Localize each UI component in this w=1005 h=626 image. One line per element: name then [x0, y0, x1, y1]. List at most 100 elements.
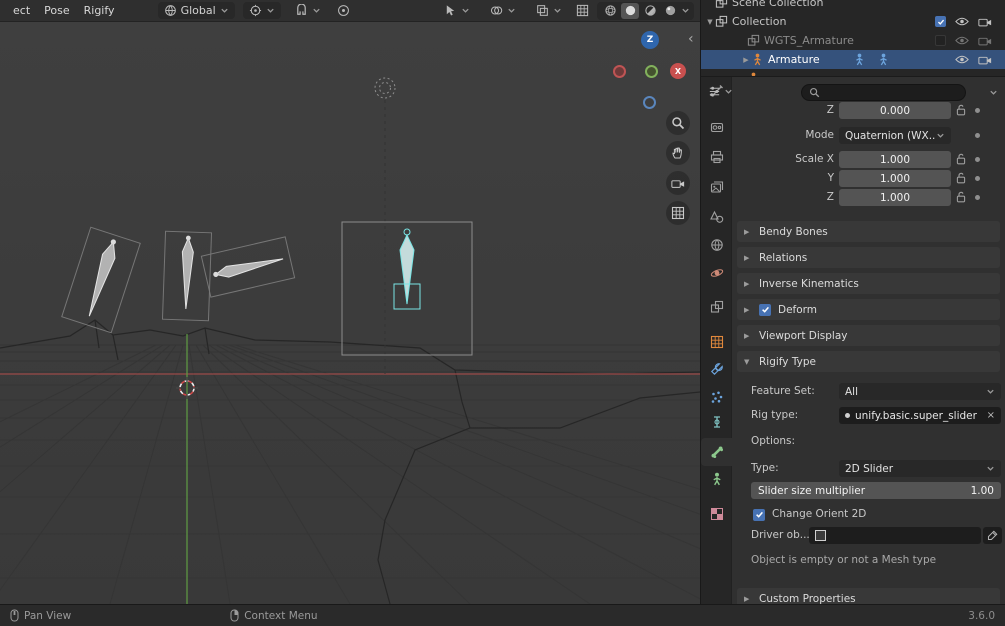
panel-relations[interactable]: ▶ Relations	[737, 247, 1000, 268]
panel-bendy-bones[interactable]: ▶ Bendy Bones	[737, 221, 1000, 242]
disclosure-collapsed-icon[interactable]: ▶	[741, 56, 751, 64]
tab-data[interactable]	[701, 465, 732, 493]
tab-texture[interactable]	[701, 500, 732, 528]
3d-viewport[interactable]: Z X ‹	[0, 22, 700, 604]
change-orient-checkbox[interactable]	[753, 508, 765, 521]
gizmo-neg-z-axis[interactable]	[643, 96, 656, 109]
gizmo-neg-x-axis[interactable]	[613, 65, 626, 78]
eyedropper-button[interactable]	[983, 527, 1002, 544]
search-icon	[809, 87, 820, 98]
compositor-grid-icon[interactable]	[576, 4, 589, 17]
proportional-editing-toggle[interactable]	[331, 2, 356, 19]
outliner-label: Armature	[768, 53, 820, 66]
selected-bone-widget[interactable]	[341, 221, 473, 356]
animate-dot-icon[interactable]	[975, 195, 980, 200]
lock-icon[interactable]	[956, 153, 966, 165]
gizmo-y-axis[interactable]	[645, 65, 658, 78]
driver-object-field[interactable]	[809, 527, 981, 544]
tab-physics[interactable]	[701, 259, 732, 287]
shading-material-button[interactable]	[641, 3, 659, 19]
camera-visibility-icon[interactable]	[978, 16, 992, 27]
filter-chevron-icon[interactable]	[989, 88, 998, 97]
properties-search[interactable]	[801, 84, 966, 101]
outliner-row-scene-collection[interactable]: Scene Collection	[701, 0, 1005, 12]
menu-rigify[interactable]: Rigify	[77, 4, 122, 17]
pivot-point-dropdown[interactable]	[242, 2, 281, 19]
xray-toggle[interactable]	[530, 2, 568, 19]
menu-object[interactable]: ect	[6, 4, 37, 17]
clear-rig-type-button[interactable]: ×	[987, 410, 995, 421]
collection-checkbox[interactable]	[935, 16, 946, 27]
shading-wireframe-button[interactable]	[601, 3, 619, 19]
scale-x-field[interactable]: 1.000	[839, 151, 951, 168]
outliner-row-collection[interactable]: ▼ Collection	[701, 12, 1005, 31]
search-input[interactable]	[825, 86, 945, 99]
snap-controls[interactable]	[289, 2, 327, 19]
camera-visibility-icon[interactable]	[978, 54, 992, 65]
collection-checkbox-unchecked[interactable]	[935, 35, 946, 46]
deform-checkbox[interactable]	[759, 303, 771, 316]
eye-icon[interactable]	[955, 16, 969, 27]
bone-widget-1[interactable]	[61, 226, 141, 334]
move-view-button[interactable]	[666, 141, 690, 165]
camera-view-button[interactable]	[666, 171, 690, 195]
mode-label: Mode	[805, 129, 834, 141]
root-widget-circle[interactable]	[374, 77, 396, 99]
shading-rendered-button[interactable]	[661, 3, 679, 19]
tab-modifiers[interactable]	[701, 355, 732, 383]
animate-dot-icon[interactable]	[975, 176, 980, 181]
panel-rigify-type[interactable]: ▼ Rigify Type	[737, 351, 1000, 372]
tab-object[interactable]	[701, 328, 732, 356]
tab-render[interactable]	[701, 113, 732, 141]
animate-dot-icon[interactable]	[975, 157, 980, 162]
gizmo-z-axis[interactable]: Z	[641, 31, 659, 49]
tab-bone-active[interactable]	[701, 438, 732, 466]
outliner-row-wgts-armature[interactable]: WGTS_Armature	[701, 31, 1005, 50]
scale-y-field[interactable]: 1.000	[839, 170, 951, 187]
animate-dot-icon[interactable]	[975, 133, 980, 138]
gizmo-x-axis[interactable]: X	[670, 63, 686, 79]
armature-data-icon[interactable]	[853, 53, 866, 66]
animate-dot-icon[interactable]	[975, 108, 980, 113]
tab-constraints[interactable]	[701, 408, 732, 436]
ortho-toggle-button[interactable]	[666, 201, 690, 225]
zoom-button[interactable]	[666, 111, 690, 135]
scale-z-field[interactable]: 1.000	[839, 189, 951, 206]
tab-output[interactable]	[701, 143, 732, 171]
bone-widget-2[interactable]	[161, 230, 213, 322]
tab-particles[interactable]	[701, 383, 732, 411]
tab-view-layer[interactable]	[701, 173, 732, 201]
tab-scene[interactable]	[701, 203, 732, 231]
slider-size-multiplier-field[interactable]: Slider size multiplier 1.00	[751, 482, 1001, 499]
editor-type-button[interactable]	[705, 83, 736, 99]
gizmo-dropdown[interactable]	[438, 2, 476, 19]
pose-icon[interactable]	[877, 53, 890, 66]
rotation-mode-dropdown[interactable]: Quaternion (WX...	[839, 127, 951, 144]
rotation-z-field[interactable]: 0.000	[839, 102, 951, 119]
sidebar-collapse-arrow[interactable]: ‹	[688, 32, 694, 46]
transform-orientation-dropdown[interactable]: Global	[157, 2, 235, 19]
rig-type-field[interactable]: unify.basic.super_slider ×	[839, 407, 1001, 424]
overlays-dropdown[interactable]	[484, 2, 522, 19]
shading-solid-button[interactable]	[621, 2, 639, 19]
panel-inverse-kinematics[interactable]: ▶ Inverse Kinematics	[737, 273, 1000, 294]
outliner-row-armature-selected[interactable]: ▶ Armature	[701, 50, 1005, 69]
lock-icon[interactable]	[956, 191, 966, 203]
lock-icon[interactable]	[956, 172, 966, 184]
tab-world[interactable]	[701, 231, 732, 259]
camera-visibility-icon[interactable]	[978, 35, 992, 46]
slider-type-dropdown[interactable]: 2D Slider	[839, 460, 1001, 477]
eye-icon[interactable]	[955, 35, 969, 46]
menu-pose[interactable]: Pose	[37, 4, 76, 17]
bone-widget-3[interactable]	[200, 236, 296, 298]
panel-label: Viewport Display	[759, 329, 848, 342]
tab-collection[interactable]	[701, 293, 732, 321]
feature-set-dropdown[interactable]: All	[839, 383, 1001, 400]
disclosure-expanded-icon[interactable]: ▼	[705, 18, 715, 26]
panel-viewport-display[interactable]: ▶ Viewport Display	[737, 325, 1000, 346]
lock-icon[interactable]	[956, 104, 966, 116]
eye-icon[interactable]	[955, 54, 969, 65]
panel-deform[interactable]: ▶ Deform	[737, 299, 1000, 320]
outliner-row-partial[interactable]	[701, 69, 1005, 76]
panel-custom-properties[interactable]: ▶ Custom Properties	[737, 588, 1000, 604]
